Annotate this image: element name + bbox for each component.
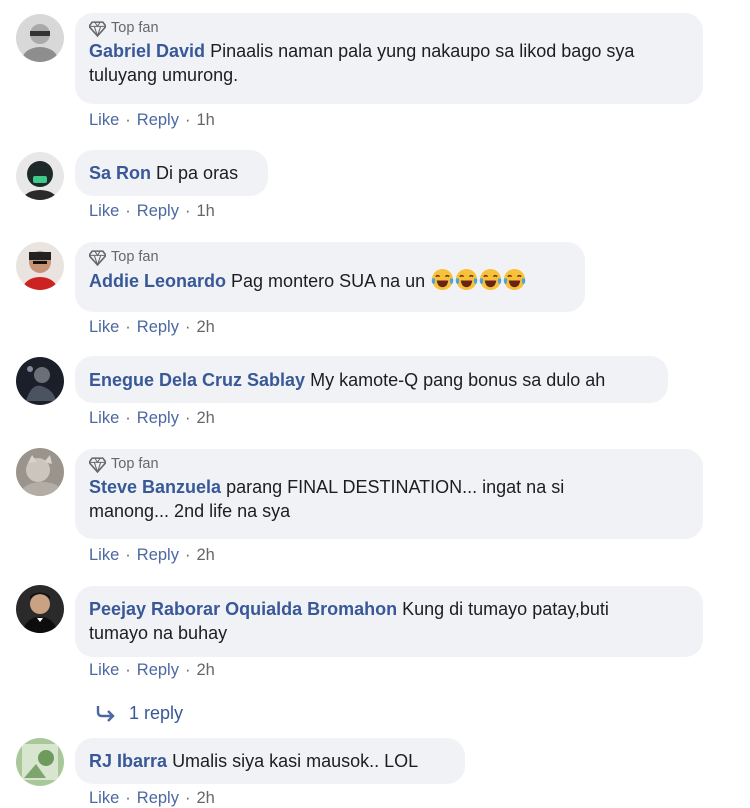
avatar[interactable]	[16, 738, 64, 786]
comment-time[interactable]: 2h	[196, 660, 214, 680]
comment-author[interactable]: Steve Banzuela	[89, 477, 221, 497]
top-fan-badge: Top fan	[89, 248, 571, 266]
comment-time[interactable]: 1h	[196, 110, 214, 130]
badge-label: Top fan	[111, 456, 159, 472]
laughing-tears-emoji-icon	[431, 268, 454, 291]
reply-link[interactable]: Reply	[137, 110, 179, 130]
comment-bubble: Top fan Addie Leonardo Pag montero SUA n…	[75, 242, 585, 312]
comment-actions: Like · Reply · 2h	[89, 408, 215, 428]
reply-link[interactable]: Reply	[137, 660, 179, 680]
avatar[interactable]	[16, 585, 64, 633]
comment-text: parang FINAL DESTINATION... ingat na si	[226, 477, 565, 497]
like-link[interactable]: Like	[89, 545, 119, 565]
comment-text-continued: tumayo na buhay	[89, 623, 228, 643]
comment-actions: Like · Reply · 2h	[89, 660, 215, 680]
comment-text: Umalis siya kasi mausok.. LOL	[172, 751, 419, 771]
like-link[interactable]: Like	[89, 788, 119, 808]
like-link[interactable]: Like	[89, 201, 119, 221]
comment-bubble: Sa Ron Di pa oras	[75, 150, 268, 196]
comment-bubble: Peejay Raborar Oquialda Bromahon Kung di…	[75, 586, 703, 657]
avatar[interactable]	[16, 242, 64, 290]
comment-time[interactable]: 1h	[196, 201, 214, 221]
comment-bubble: RJ Ibarra Umalis siya kasi mausok.. LOL	[75, 738, 465, 784]
reply-link[interactable]: Reply	[137, 545, 179, 565]
avatar[interactable]	[16, 357, 64, 405]
diamond-icon	[89, 456, 106, 473]
comment-bubble: Enegue Dela Cruz Sablay My kamote-Q pang…	[75, 356, 668, 403]
avatar[interactable]	[16, 152, 64, 200]
like-link[interactable]: Like	[89, 408, 119, 428]
diamond-icon	[89, 249, 106, 266]
comment-time[interactable]: 2h	[196, 788, 214, 808]
comment-author[interactable]: Peejay Raborar Oquialda Bromahon	[89, 599, 397, 619]
top-fan-badge: Top fan	[89, 19, 689, 37]
reply-link[interactable]: Reply	[137, 317, 179, 337]
replies-count[interactable]: 1 reply	[129, 702, 183, 724]
like-link[interactable]: Like	[89, 660, 119, 680]
comment-text: Pinaalis naman pala yung nakaupo sa liko…	[210, 41, 635, 61]
comment-author[interactable]: Sa Ron	[89, 163, 151, 183]
reply-arrow-icon	[96, 706, 115, 722]
comment-text-continued: tuluyang umurong.	[89, 65, 239, 85]
comment-actions: Like · Reply · 2h	[89, 317, 215, 337]
comment-actions: Like · Reply · 2h	[89, 788, 215, 808]
comment-author[interactable]: Addie Leonardo	[89, 271, 226, 291]
comment-text: Pag montero SUA na un	[231, 271, 426, 291]
top-fan-badge: Top fan	[89, 455, 689, 473]
badge-label: Top fan	[111, 249, 159, 265]
like-link[interactable]: Like	[89, 110, 119, 130]
comment-author[interactable]: Enegue Dela Cruz Sablay	[89, 370, 305, 390]
comment-actions: Like · Reply · 2h	[89, 545, 215, 565]
diamond-icon	[89, 20, 106, 37]
comment-time[interactable]: 2h	[196, 408, 214, 428]
comment-text: Di pa oras	[156, 163, 239, 183]
reply-link[interactable]: Reply	[137, 201, 179, 221]
laughing-tears-emoji-icon	[455, 268, 478, 291]
avatar[interactable]	[16, 14, 64, 62]
like-link[interactable]: Like	[89, 317, 119, 337]
comment-text-continued: manong... 2nd life na sya	[89, 501, 291, 521]
laughing-tears-emoji-icon	[479, 268, 502, 291]
comment-time[interactable]: 2h	[196, 317, 214, 337]
reply-link[interactable]: Reply	[137, 408, 179, 428]
badge-label: Top fan	[111, 20, 159, 36]
laughing-tears-emoji-icon	[503, 268, 526, 291]
comment-actions: Like · Reply · 1h	[89, 110, 215, 130]
comment-bubble: Top fan Gabriel David Pinaalis naman pal…	[75, 13, 703, 104]
view-replies-link[interactable]: 1 reply	[95, 702, 183, 724]
avatar[interactable]	[16, 448, 64, 496]
reply-link[interactable]: Reply	[137, 788, 179, 808]
comment-text: My kamote-Q pang bonus sa dulo ah	[310, 370, 606, 390]
comment-bubble: Top fan Steve Banzuela parang FINAL DEST…	[75, 449, 703, 539]
comment-text: Kung di tumayo patay,buti	[402, 599, 609, 619]
comment-author[interactable]: Gabriel David	[89, 41, 205, 61]
comment-author[interactable]: RJ Ibarra	[89, 751, 167, 771]
comment-actions: Like · Reply · 1h	[89, 201, 215, 221]
comment-time[interactable]: 2h	[196, 545, 214, 565]
